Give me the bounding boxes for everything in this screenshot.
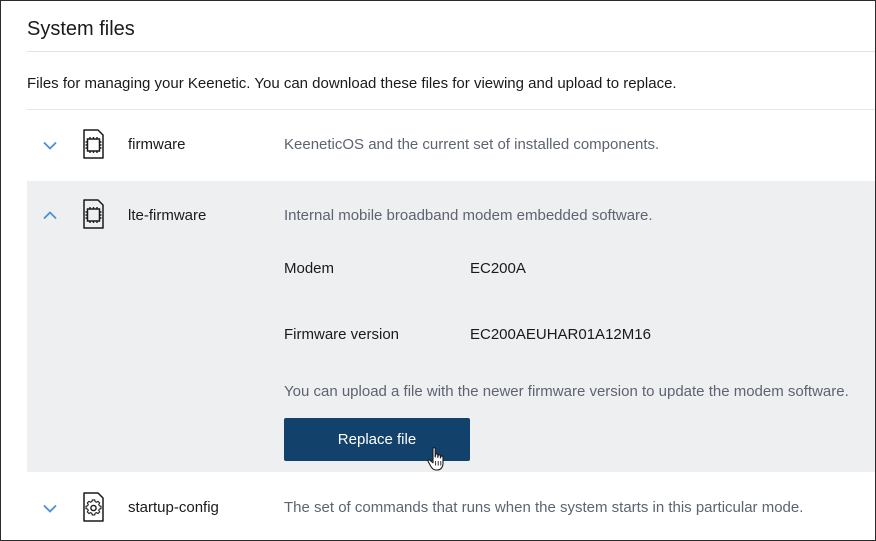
- file-name[interactable]: lte-firmware: [128, 207, 206, 224]
- file-description: The set of commands that runs when the s…: [284, 499, 804, 516]
- page-title: System files: [27, 18, 135, 40]
- file-description: Internal mobile broadband modem embedded…: [284, 207, 653, 224]
- page-description: Files for managing your Keenetic. You ca…: [27, 75, 677, 92]
- replace-file-button[interactable]: Replace file: [284, 418, 470, 461]
- file-row-firmware: firmware KeeneticOS and the current set …: [27, 110, 875, 180]
- chevron-up-icon[interactable]: [41, 206, 59, 224]
- title-divider: [27, 51, 875, 52]
- file-row-startup-config: startup-config The set of commands that …: [27, 473, 875, 540]
- chevron-down-icon[interactable]: [41, 499, 59, 517]
- firmware-version-label: Firmware version: [284, 326, 400, 343]
- file-name[interactable]: startup-config: [128, 499, 219, 516]
- chevron-down-icon[interactable]: [41, 136, 59, 154]
- file-name[interactable]: firmware: [128, 136, 186, 153]
- modem-value: EC200A: [470, 260, 526, 277]
- file-description: KeeneticOS and the current set of instal…: [284, 136, 660, 153]
- gear-icon: [77, 490, 109, 524]
- system-files-panel: System files Files for managing your Kee…: [0, 0, 876, 541]
- chip-icon: [77, 197, 109, 231]
- file-row-lte-firmware: lte-firmware Internal mobile broadband m…: [27, 181, 875, 472]
- modem-label: Modem: [284, 260, 335, 277]
- upload-note: You can upload a file with the newer fir…: [284, 383, 849, 400]
- chip-icon: [77, 127, 109, 161]
- firmware-version-value: EC200AEUHAR01A12M16: [470, 326, 651, 343]
